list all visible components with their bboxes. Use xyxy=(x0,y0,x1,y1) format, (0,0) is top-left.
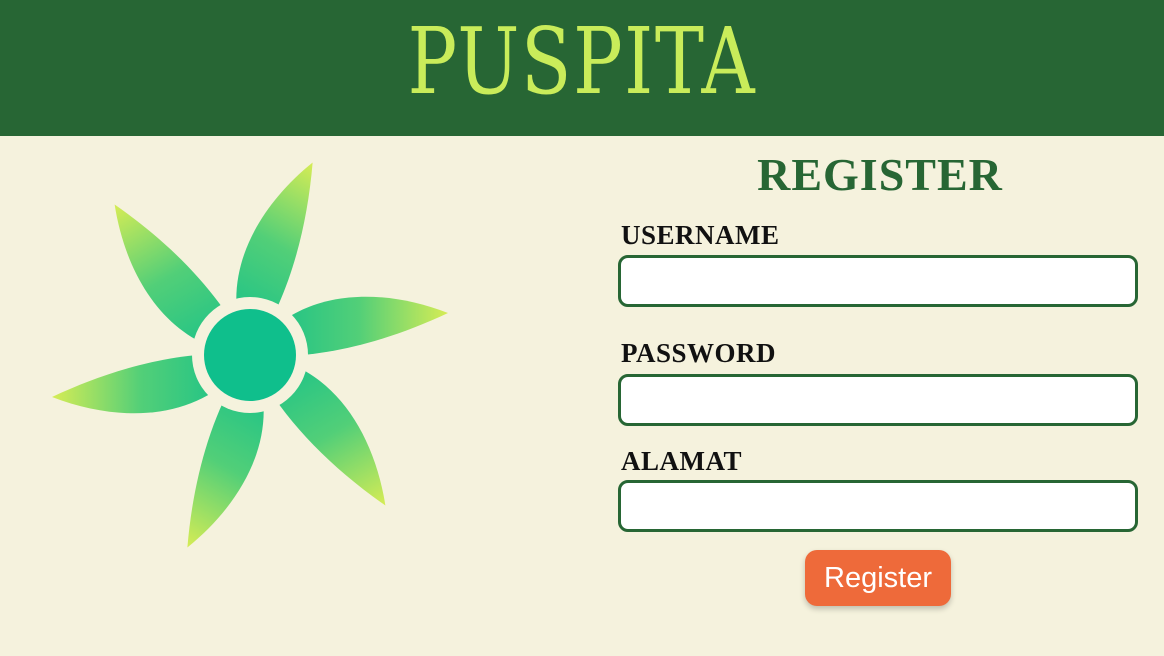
register-button[interactable]: Register xyxy=(805,550,951,606)
alamat-label: ALAMAT xyxy=(621,446,742,476)
flower-logo-icon xyxy=(52,154,448,556)
alamat-input[interactable] xyxy=(618,480,1138,532)
password-label: PASSWORD xyxy=(621,338,777,368)
password-input[interactable] xyxy=(618,374,1138,426)
username-label: USERNAME xyxy=(621,220,780,250)
logo-center xyxy=(204,309,296,401)
register-title: REGISTER xyxy=(757,149,1003,200)
username-input[interactable] xyxy=(618,255,1138,307)
app-header: PUSPITA xyxy=(0,0,1164,136)
brand-title: PUSPITA xyxy=(407,8,757,115)
